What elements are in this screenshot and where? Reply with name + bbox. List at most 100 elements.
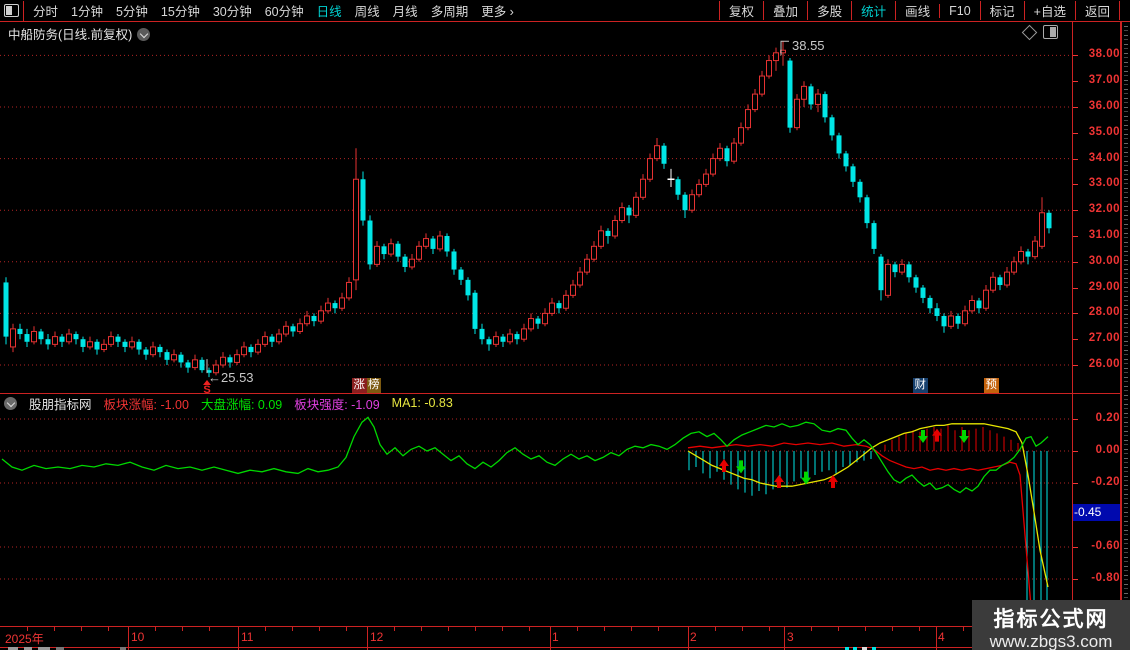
price-axis-label: 34.00 bbox=[1088, 151, 1120, 164]
toolbar-item-标记[interactable]: 标记 bbox=[979, 1, 1024, 20]
indicator-axis-label: -0.20 bbox=[1091, 476, 1120, 488]
price-axis-label: 32.00 bbox=[1088, 203, 1120, 216]
menu-item-5分钟[interactable]: 5分钟 bbox=[116, 1, 148, 20]
main-candlestick-chart[interactable]: 38.55 ←25.53 bbox=[0, 38, 1072, 394]
minor-tick bbox=[155, 627, 156, 631]
minor-tick bbox=[182, 627, 183, 631]
minor-tick bbox=[265, 627, 266, 631]
price-axis-label: 37.00 bbox=[1088, 74, 1120, 87]
price-axis-label: 27.00 bbox=[1088, 332, 1120, 345]
event-badge-char: 涨 bbox=[352, 378, 367, 393]
menu-item-60分钟[interactable]: 60分钟 bbox=[265, 1, 304, 20]
toolbar-item-统计[interactable]: 统计 bbox=[851, 1, 895, 20]
toolbar-item-复权[interactable]: 复权 bbox=[719, 1, 763, 20]
month-separator bbox=[550, 627, 551, 647]
minor-tick bbox=[577, 627, 578, 631]
minor-tick bbox=[919, 627, 920, 631]
minor-tick bbox=[769, 627, 770, 631]
indicator-axis-label: 0.00 bbox=[1095, 444, 1120, 456]
date-label: 12 bbox=[370, 630, 384, 644]
minor-tick bbox=[81, 627, 82, 631]
minor-tick bbox=[838, 627, 839, 631]
date-label: 4 bbox=[938, 630, 945, 644]
minor-tick bbox=[892, 627, 893, 631]
indicator-sub-chart[interactable] bbox=[0, 410, 1072, 626]
collapse-chevron-icon[interactable] bbox=[4, 396, 17, 410]
current-value-badge: -0.45 bbox=[1072, 504, 1120, 521]
price-axis-label: 35.00 bbox=[1088, 125, 1120, 138]
menu-item-月线[interactable]: 月线 bbox=[393, 1, 418, 20]
toolbar-item-返回[interactable]: 返回 bbox=[1074, 1, 1120, 20]
price-axis-label: 36.00 bbox=[1088, 100, 1120, 112]
indicator-axis-label: 0.20 bbox=[1095, 412, 1120, 424]
price-axis-label: 28.00 bbox=[1088, 306, 1120, 319]
indicator-axis-label: -0.80 bbox=[1091, 572, 1120, 584]
event-badge-cai[interactable]: 财 bbox=[913, 378, 928, 393]
minor-tick bbox=[811, 627, 812, 631]
toolbar-item-叠加[interactable]: 叠加 bbox=[763, 1, 807, 20]
toolbar-item-多股[interactable]: 多股 bbox=[807, 1, 851, 20]
minor-tick bbox=[502, 627, 503, 631]
axis-divider bbox=[1072, 22, 1073, 646]
toolbar-item-+自选[interactable]: +自选 bbox=[1023, 1, 1075, 20]
menu-item-15分钟[interactable]: 15分钟 bbox=[161, 1, 200, 20]
indicator-axis-label: -0.60 bbox=[1091, 540, 1120, 552]
sell-down-arrow bbox=[959, 430, 969, 443]
menu-item-多周期[interactable]: 多周期 bbox=[431, 1, 469, 20]
watermark-url: www.zbgs3.com bbox=[989, 632, 1113, 650]
minor-tick bbox=[742, 627, 743, 631]
month-separator bbox=[128, 627, 129, 647]
minor-tick bbox=[54, 627, 55, 631]
minor-tick bbox=[529, 627, 530, 631]
layout-toggle-button[interactable] bbox=[0, 0, 24, 21]
toolbar-item-画线[interactable]: 画线 bbox=[895, 1, 939, 20]
minor-tick bbox=[108, 627, 109, 631]
menu-item-30分钟[interactable]: 30分钟 bbox=[213, 1, 252, 20]
price-axis-label: 31.00 bbox=[1088, 229, 1120, 241]
month-separator bbox=[784, 627, 785, 647]
price-axis-label: 26.00 bbox=[1088, 358, 1120, 370]
minor-tick bbox=[658, 627, 659, 631]
menu-item-1分钟[interactable]: 1分钟 bbox=[71, 1, 103, 20]
price-axis-label: 33.00 bbox=[1088, 177, 1120, 190]
menu-item-分时[interactable]: 分时 bbox=[33, 1, 58, 20]
minor-tick bbox=[475, 627, 476, 631]
minor-tick bbox=[865, 627, 866, 631]
indicator-field: MA1: -0.83 bbox=[391, 396, 453, 410]
panel-toggle-icon[interactable] bbox=[1043, 25, 1058, 39]
month-separator bbox=[688, 627, 689, 647]
month-separator bbox=[367, 627, 368, 647]
toolbar-item-F10[interactable]: F10 bbox=[939, 3, 980, 18]
month-separator bbox=[936, 627, 937, 647]
price-axis-label: 38.00 bbox=[1088, 48, 1120, 61]
price-axis-label: 29.00 bbox=[1088, 280, 1120, 293]
date-label: 1 bbox=[552, 630, 559, 644]
minor-tick bbox=[292, 627, 293, 631]
trading-app-window: 分时 1分钟 5分钟 15分钟 30分钟 60分钟 日线 周线 月线 多周期 更多 › 复权 叠加 多股… bbox=[0, 0, 1130, 650]
date-label: 10 bbox=[131, 630, 145, 644]
period-menu: 分时 1分钟 5分钟 15分钟 30分钟 60分钟 日线 周线 月线 多周期 更多 › bbox=[33, 1, 514, 20]
event-badge-zhangbang[interactable]: 涨榜 bbox=[352, 378, 381, 393]
mini-map-thumbnail bbox=[1124, 26, 1128, 646]
date-axis: 2025年 10 11 12 1 2 3 4 bbox=[0, 626, 1120, 648]
minor-tick bbox=[631, 627, 632, 631]
event-badge-yu[interactable]: 预 bbox=[984, 378, 999, 393]
watermark: 指标公式网 www.zbgs3.com bbox=[972, 600, 1130, 650]
minor-tick bbox=[604, 627, 605, 631]
date-label: 2025年 bbox=[5, 632, 44, 646]
minor-tick bbox=[421, 627, 422, 631]
top-menu-bar: 分时 1分钟 5分钟 15分钟 30分钟 60分钟 日线 周线 月线 多周期 更多 › 复权 叠加 多股… bbox=[0, 0, 1130, 22]
menu-item-日线[interactable]: 日线 bbox=[317, 1, 342, 20]
menu-item-周线[interactable]: 周线 bbox=[355, 1, 380, 20]
mini-map-strip[interactable] bbox=[1121, 22, 1130, 650]
minor-tick bbox=[346, 627, 347, 631]
svg-text:←25.53: ←25.53 bbox=[208, 370, 254, 385]
date-label: 11 bbox=[241, 630, 254, 644]
split-window-icon bbox=[4, 4, 19, 17]
minor-tick bbox=[963, 627, 964, 631]
minor-tick bbox=[394, 627, 395, 631]
event-badge-char: 预 bbox=[984, 378, 999, 393]
svg-text:38.55: 38.55 bbox=[792, 38, 825, 53]
menu-item-更多 ›[interactable]: 更多 › bbox=[481, 1, 514, 20]
date-label: 2 bbox=[690, 630, 697, 644]
